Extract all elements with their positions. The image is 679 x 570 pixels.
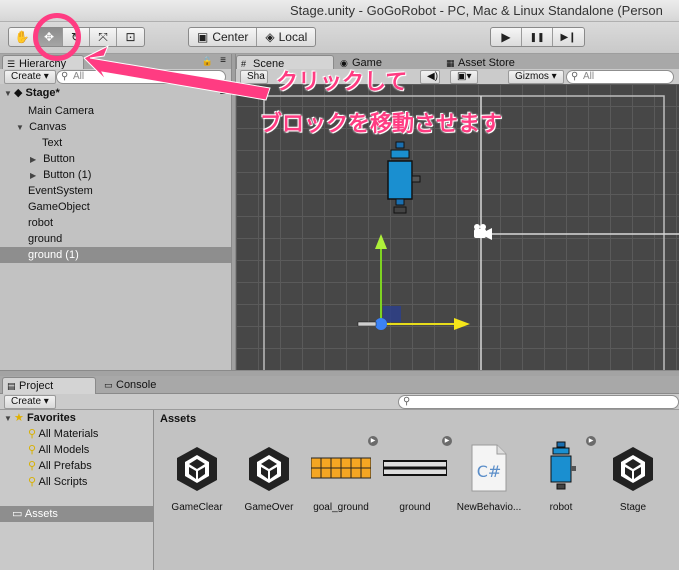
annotation-line-1: クリックして: [276, 69, 408, 94]
pointer-arrow-icon: [83, 44, 271, 101]
unity-editor-window: Stage.unity - GoGoRobot - PC, Mac & Linu…: [0, 0, 679, 570]
annotation-line-2: ブロックを移動させます: [260, 111, 503, 136]
